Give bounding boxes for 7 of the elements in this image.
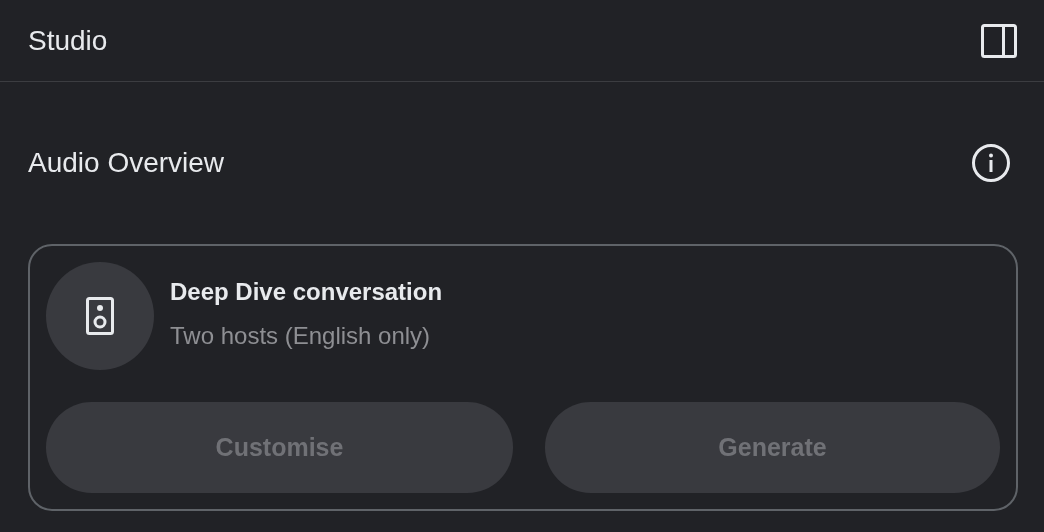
card-title: Deep Dive conversation [170,277,443,307]
info-icon[interactable] [971,143,1011,183]
card-subtitle: Two hosts (English only) [170,321,432,351]
speaker-icon [86,297,114,335]
section-title: Audio Overview [28,146,225,180]
panel-title: Studio [28,23,108,58]
sidebar-toggle-icon[interactable] [981,23,1017,58]
